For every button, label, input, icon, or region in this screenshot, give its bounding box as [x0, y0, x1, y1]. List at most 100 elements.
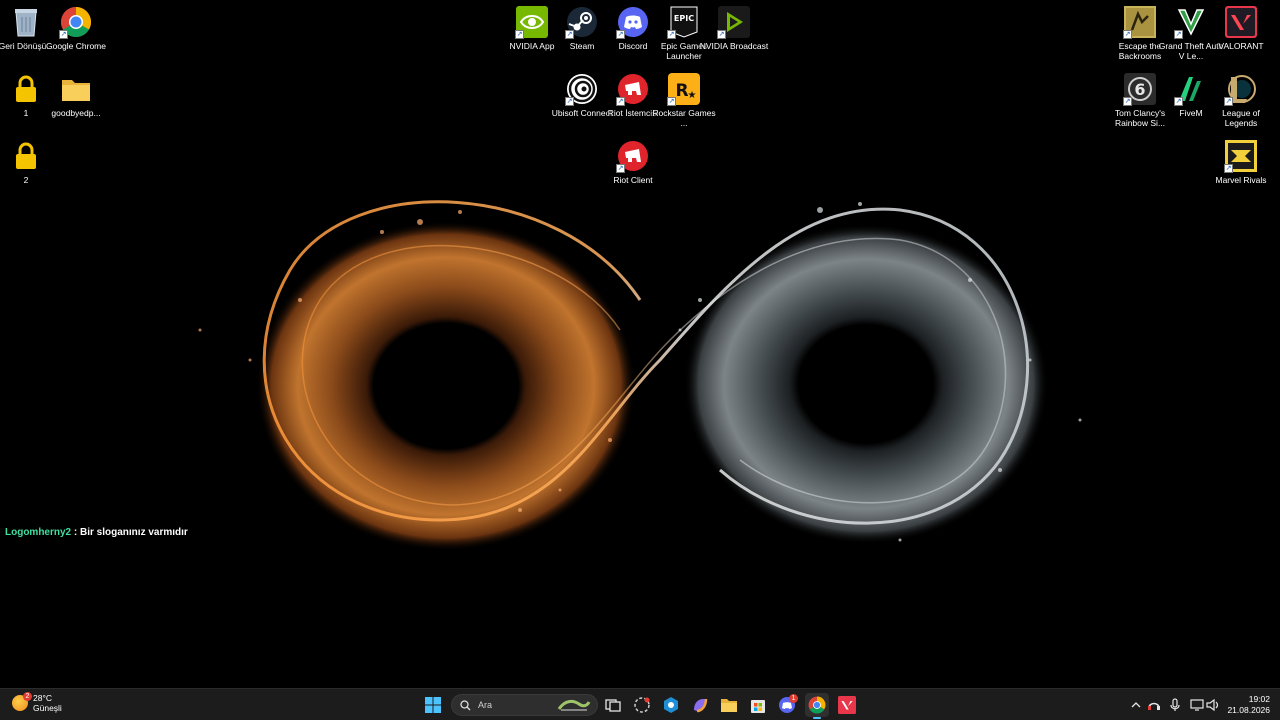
taskbar-app-file-explorer[interactable]: [717, 693, 741, 717]
taskbar: 2 28°C Güneşli Ara 1 19:02 21.08.2026: [0, 688, 1280, 720]
taskbar-app-store[interactable]: [746, 693, 770, 717]
weather-temperature: 28°C: [33, 693, 52, 703]
discord-icon: ↗: [616, 6, 649, 39]
chat-message: : Bir sloganınız varmıdır: [71, 527, 188, 538]
sun-icon: 2: [12, 692, 32, 711]
taskbar-app-network[interactable]: [659, 693, 683, 717]
taskbar-app-valorant[interactable]: [835, 693, 859, 717]
taskbar-app-discord[interactable]: 1: [775, 693, 799, 717]
file-explorer-icon: [721, 699, 737, 712]
desktop-icon-nvidia-broadcast[interactable]: ↗ NVIDIA Broadcast: [700, 6, 768, 51]
shortcut-arrow-icon: ↗: [1224, 164, 1233, 173]
network-app-icon: [664, 697, 678, 713]
desktop-icon-label: Google Chrome: [45, 41, 106, 51]
store-icon: [751, 700, 765, 713]
discord-notification-badge: 1: [789, 694, 798, 703]
desktop-icon-league-of-legends[interactable]: ↗ League of Legends: [1215, 73, 1267, 128]
desktop-icon-label: Marvel Rivals: [1215, 175, 1267, 185]
recorder-icon: [634, 697, 650, 713]
recycle-bin-icon: [10, 6, 42, 38]
valorant-icon: [1225, 6, 1257, 38]
svg-text:★: ★: [688, 90, 697, 101]
clock-date: 21.08.2026: [1227, 705, 1270, 715]
riot-icon: ↗: [616, 73, 649, 106]
svg-text:6: 6: [1134, 80, 1145, 99]
shortcut-arrow-icon: ↗: [667, 30, 676, 39]
desktop-icon-valorant[interactable]: VALORANT: [1215, 6, 1267, 51]
desktop-icon-label: Riot Client: [613, 175, 653, 185]
desktop-icon-label: goodbyedp...: [51, 108, 101, 118]
league-icon: ↗: [1224, 73, 1257, 106]
volume-button[interactable]: [1201, 693, 1225, 717]
copilot-icon: [694, 698, 708, 713]
valorant-icon: [838, 696, 856, 714]
taskbar-search-box[interactable]: Ara: [451, 694, 598, 716]
desktop-icon-label: League of Legends: [1222, 108, 1260, 128]
headset-icon: [1148, 702, 1160, 710]
shortcut-arrow-icon: ↗: [616, 164, 625, 173]
desktop-icon-label: 2: [23, 175, 29, 185]
desktop-icon-riot-client[interactable]: ↗ Riot Client: [607, 140, 659, 185]
shortcut-arrow-icon: ↗: [59, 30, 68, 39]
windows-logo-icon: [425, 697, 441, 713]
taskbar-app-chrome[interactable]: [805, 693, 829, 719]
shortcut-arrow-icon: ↗: [667, 97, 676, 106]
chrome-icon: [808, 696, 826, 714]
microphone-button[interactable]: [1163, 693, 1187, 717]
desktop-icon-goodbyedpi[interactable]: goodbyedp...: [50, 73, 102, 118]
fivem-icon: ↗: [1174, 73, 1207, 106]
desktop-icon-label: Rockstar Games ...: [652, 108, 716, 128]
riot-icon: ↗: [616, 140, 649, 173]
shortcut-arrow-icon: ↗: [616, 30, 625, 39]
epic-games-icon: EPIC ↗: [667, 6, 700, 39]
lock-folder-icon: [10, 140, 42, 172]
desktop-icon-rockstar-games[interactable]: R ★ ↗ Rockstar Games ...: [652, 73, 716, 128]
microphone-icon: [1170, 698, 1180, 711]
ubisoft-icon: ↗: [565, 73, 598, 106]
weather-badge: 2: [23, 692, 32, 701]
task-view-button[interactable]: [601, 693, 625, 717]
marvel-rivals-icon: ↗: [1224, 140, 1257, 173]
shortcut-arrow-icon: ↗: [1174, 30, 1183, 39]
desktop-icon-marvel-rivals[interactable]: ↗ Marvel Rivals: [1215, 140, 1267, 185]
gta-v-icon: ↗: [1174, 6, 1207, 39]
clock-time: 19:02: [1248, 694, 1270, 704]
taskbar-app-copilot[interactable]: [688, 693, 712, 717]
rainbow-six-icon: 6 ↗: [1123, 73, 1156, 106]
shortcut-arrow-icon: ↗: [565, 30, 574, 39]
desktop-icon-epic-games[interactable]: EPIC ↗ Epic Games Launcher: [658, 6, 710, 61]
desktop-icon-label: VALORANT: [1218, 41, 1264, 51]
taskbar-clock[interactable]: 19:02 21.08.2026: [1227, 694, 1270, 716]
desktop-icon-google-chrome[interactable]: ↗ Google Chrome: [46, 6, 106, 51]
shortcut-arrow-icon: ↗: [1224, 97, 1233, 106]
shortcut-arrow-icon: ↗: [616, 97, 625, 106]
shortcut-arrow-icon: ↗: [717, 30, 726, 39]
taskbar-app-recorder[interactable]: [630, 693, 654, 717]
shortcut-arrow-icon: ↗: [1174, 97, 1183, 106]
nvidia-broadcast-icon: ↗: [717, 6, 750, 39]
speaker-icon: [1206, 699, 1219, 711]
steam-icon: ↗: [565, 6, 598, 39]
shortcut-arrow-icon: ↗: [1123, 97, 1132, 106]
chat-overlay-line: Logomherny2 : Bir sloganınız varmıdır: [5, 527, 188, 538]
shortcut-arrow-icon: ↗: [515, 30, 524, 39]
epic-logo-text: EPIC: [674, 14, 694, 23]
nvidia-icon: ↗: [515, 6, 548, 39]
task-view-icon: [605, 699, 621, 712]
chevron-up-icon: [1131, 702, 1141, 708]
desktop-icon-gta-v[interactable]: ↗ Grand Theft Auto V Le...: [1159, 6, 1223, 61]
start-button[interactable]: [421, 693, 445, 717]
active-app-indicator: [813, 717, 821, 719]
escape-backrooms-icon: ↗: [1123, 6, 1156, 39]
weather-widget[interactable]: 2 28°C Güneşli: [12, 692, 62, 713]
lock-folder-icon: [10, 73, 42, 105]
folder-icon: [60, 73, 92, 105]
desktop-icon-folder-2[interactable]: 2: [0, 140, 52, 185]
desktop-icon-rainbow-six[interactable]: 6 ↗ Tom Clancy's Rainbow Si...: [1114, 73, 1166, 128]
search-icon: [460, 699, 471, 710]
rockstar-icon: R ★ ↗: [667, 73, 700, 106]
shortcut-arrow-icon: ↗: [1123, 30, 1132, 39]
desktop-icon-label: NVIDIA Broadcast: [699, 41, 769, 51]
chat-nickname: Logomherny2: [5, 527, 72, 538]
chrome-icon: ↗: [59, 6, 92, 39]
